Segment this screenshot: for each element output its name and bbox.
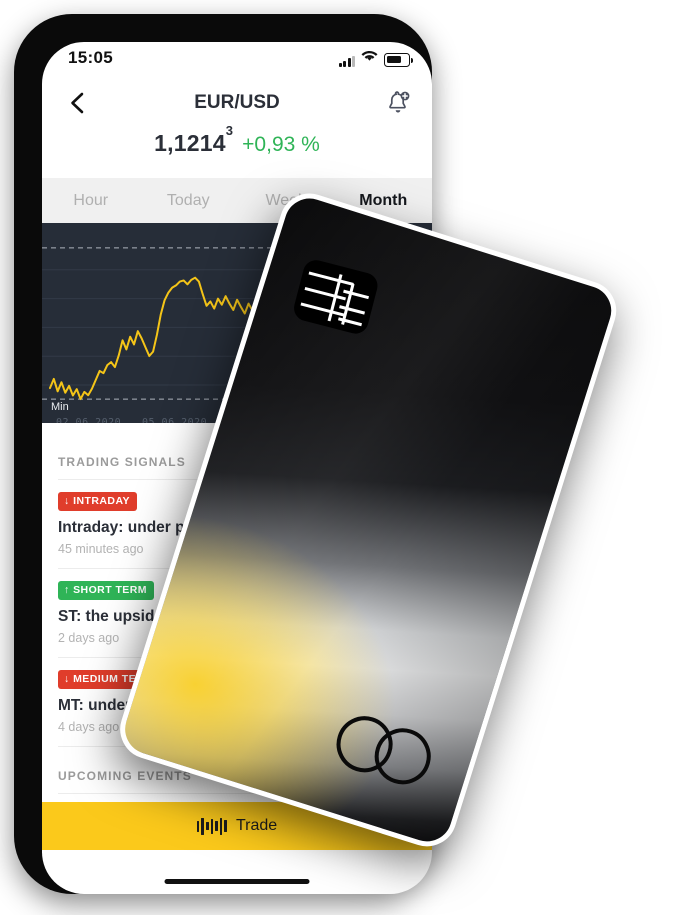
signal-badge-short-term: ↑ SHORT TERM: [58, 581, 154, 600]
quote-change: +0,93 %: [242, 133, 320, 156]
chart-date-0: 02.06.2020: [56, 417, 122, 423]
chart-min-label: Min: [51, 401, 69, 414]
nav-bar: EUR/USD: [42, 78, 432, 128]
quote-price-decimal: 3: [225, 123, 234, 139]
quote-price: 1,12143: [154, 123, 233, 156]
status-bar: 15:05: [42, 42, 432, 78]
tab-today[interactable]: Today: [140, 178, 238, 223]
trade-button-label: Trade: [235, 817, 278, 834]
bell-plus-icon: [389, 91, 410, 113]
bar-chart-icon: [196, 817, 227, 835]
signal-badge-intraday: ↓ INTRADAY: [58, 492, 137, 511]
quote-price-main: 1,1214: [154, 130, 226, 156]
page-title: EUR/USD: [194, 92, 280, 113]
tab-hour[interactable]: Hour: [42, 178, 140, 223]
chart-date-1: 05.06.2020: [142, 417, 208, 423]
battery-icon: [384, 53, 413, 67]
home-indicator: [164, 878, 310, 884]
cellular-bars-icon: [338, 56, 355, 67]
wifi-icon: [361, 49, 378, 67]
quote-row: 1,12143 +0,93 %: [42, 123, 432, 157]
status-bar-time: 15:05: [68, 48, 113, 67]
status-bar-icons: [338, 49, 413, 67]
notification-bell-button[interactable]: [380, 85, 416, 121]
